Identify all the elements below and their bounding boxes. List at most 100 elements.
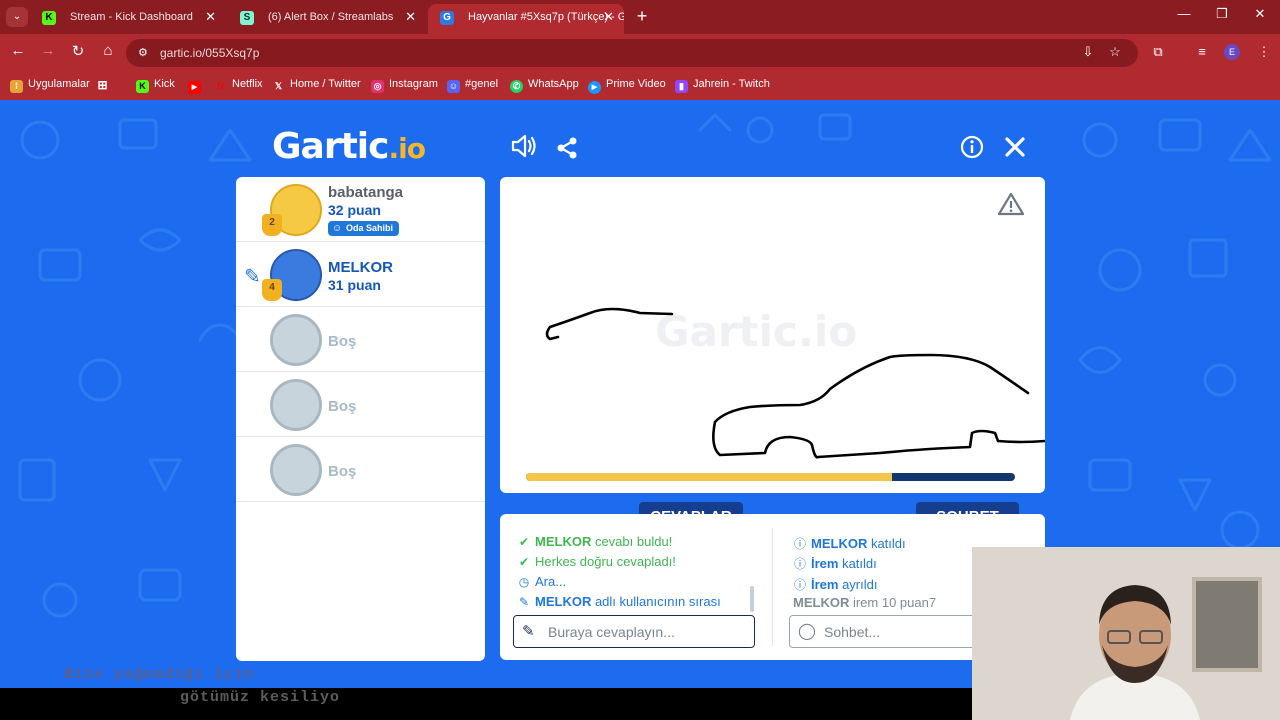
install-app-icon[interactable]: ⇩: [1078, 44, 1098, 60]
pencil-icon: ✎: [518, 595, 530, 609]
bookmark-twitter[interactable]: 𝕏 Home / Twitter: [272, 78, 361, 93]
kick-icon: K: [136, 80, 149, 93]
share-icon[interactable]: [555, 136, 579, 160]
bookmarks-bar: ⁞ Uygulamalar ⊞ K Kick ▶ N Netflix 𝕏 Home / …: [0, 72, 1280, 100]
bookmark-instagram[interactable]: ◎ Instagram: [371, 78, 438, 93]
tab-title: Stream - Kick Dashboard: [70, 11, 193, 23]
site-info-icon[interactable]: ⚙: [138, 46, 148, 59]
bookmark-youtube[interactable]: ▶: [188, 78, 206, 94]
x-icon: 𝕏: [274, 81, 283, 91]
answer-input[interactable]: [548, 621, 748, 643]
minimize-icon[interactable]: —: [1174, 6, 1194, 21]
twitch-icon: ▮: [675, 80, 688, 93]
address-bar: ← → ↻ ⌂ ⚙ gartic.io/055Xsq7p ⇩ ☆ ⧉ ≡ ⋮: [0, 34, 1280, 72]
apps-grid-icon: ⁞: [10, 80, 23, 93]
player-drawing: [545, 307, 1045, 459]
extensions-icon[interactable]: ⧉: [1148, 44, 1168, 60]
tab-title: Hayvanlar #5Xsq7p (Türkçe) - G: [468, 11, 624, 23]
exit-close-icon[interactable]: [1004, 136, 1026, 158]
drawing-pencil-icon: ✎: [244, 266, 261, 288]
tab-kick-dashboard[interactable]: K Stream - Kick Dashboard ✕: [30, 4, 226, 34]
back-icon[interactable]: ←: [8, 42, 28, 59]
url-text[interactable]: gartic.io/055Xsq7p: [160, 46, 259, 60]
whatsapp-icon: ✆: [510, 80, 523, 93]
answers-chat-panel: ✔ MELKOR cevabı buldu! ✔ Herkes doğru ceva…: [500, 514, 1045, 660]
streamer-figure: [1070, 585, 1200, 720]
chat-message: ⓘ İrem katıldı: [793, 556, 877, 571]
info-icon[interactable]: [960, 135, 984, 159]
round-timer-fill: [526, 473, 892, 481]
bookmark-twitch[interactable]: ▮ Jahrein - Twitch: [675, 78, 770, 93]
trophy-icon: 4: [262, 279, 282, 301]
panel-divider: [772, 528, 773, 646]
empty-avatar: [270, 314, 322, 366]
player-name: Boş: [328, 398, 357, 415]
player-row-melkor[interactable]: ✎ 4 MELKOR 31 puan: [236, 242, 485, 307]
bookmark-star-icon[interactable]: ☆: [1105, 44, 1125, 60]
home-icon[interactable]: ⌂: [98, 42, 118, 59]
info-icon: ⓘ: [793, 557, 806, 571]
webcam-overlay: [972, 547, 1280, 720]
instagram-icon: ◎: [371, 80, 384, 93]
empty-avatar: [270, 379, 322, 431]
window-close-icon[interactable]: ✕: [1250, 6, 1270, 22]
drawing-canvas[interactable]: Gartic.io: [500, 177, 1045, 493]
gartic-logo: Gartic.io: [272, 126, 426, 167]
chat-message: MELKOR irem 10 puan7: [793, 595, 937, 610]
trophy-icon: 2: [262, 214, 282, 236]
player-name: Boş: [328, 463, 357, 480]
netflix-icon: N: [214, 80, 227, 93]
bookmark-whatsapp[interactable]: ✆ WhatsApp: [510, 78, 579, 93]
answer-message: ◷ Ara...: [516, 574, 566, 589]
clock-icon: ◷: [518, 575, 530, 589]
info-icon: ⓘ: [793, 537, 806, 551]
reload-icon[interactable]: ↻: [68, 42, 88, 60]
empty-avatar: [270, 444, 322, 496]
browser-menu-icon[interactable]: ⋮: [1254, 44, 1274, 60]
new-tab-icon[interactable]: +: [632, 6, 652, 27]
tab-search-button[interactable]: ⌄: [6, 7, 28, 27]
tab-title: (6) Alert Box / Streamlabs: [268, 11, 394, 23]
forward-icon[interactable]: →: [38, 42, 58, 59]
youtube-icon: ▶: [188, 81, 201, 94]
profile-avatar[interactable]: E: [1224, 44, 1240, 60]
player-name: babatanga: [328, 184, 404, 201]
tab-close-icon[interactable]: ✕: [603, 4, 614, 30]
streamlabs-icon: S: [240, 11, 254, 25]
bookmark-discord[interactable]: ☺ #genel: [447, 78, 498, 93]
player-name: Boş: [328, 333, 357, 350]
round-timer-bar: [526, 473, 1015, 481]
bookmark-prime-video[interactable]: ▶ Prime Video: [588, 78, 666, 94]
answers-scrollbar[interactable]: [750, 586, 754, 612]
tab-streamlabs[interactable]: S (6) Alert Box / Streamlabs ✕: [228, 4, 426, 34]
prime-video-icon: ▶: [588, 81, 601, 94]
check-icon: ✔: [518, 535, 530, 549]
bookmark-apps[interactable]: ⁞ Uygulamalar: [10, 78, 90, 93]
bookmark-kick[interactable]: K Kick: [136, 78, 175, 93]
sound-icon[interactable]: [510, 133, 538, 159]
grid-icon: ⊞: [97, 78, 108, 92]
subtitle-line: Bize yağmadığı için: [64, 666, 255, 683]
bookmark-netflix[interactable]: N Netflix: [214, 78, 263, 93]
tab-close-icon[interactable]: ✕: [405, 4, 416, 30]
player-points: 32 puan: [328, 202, 381, 218]
player-points: 31 puan: [328, 277, 381, 293]
media-controls-icon[interactable]: ≡: [1192, 44, 1212, 59]
report-warning-icon[interactable]: [997, 191, 1025, 217]
pencil-icon: ✎: [522, 623, 535, 640]
players-panel: 2 babatanga 32 puan Oda Sahibi ✎ 4 MELKO…: [236, 177, 485, 661]
subtitle-bar: [0, 688, 972, 720]
answer-message: ✔ Herkes doğru cevapladı!: [516, 554, 676, 569]
tab-close-icon[interactable]: ✕: [205, 4, 216, 30]
answer-input-box[interactable]: ✎: [513, 615, 755, 648]
tab-gartic[interactable]: G Hayvanlar #5Xsq7p (Türkçe) - G ✕: [428, 4, 624, 34]
answer-message: ✔ MELKOR cevabı buldu!: [516, 534, 672, 549]
url-omnibox[interactable]: ⚙ gartic.io/055Xsq7p: [126, 39, 1138, 67]
browser-tab-bar: ⌄ K Stream - Kick Dashboard ✕ S (6) Aler…: [0, 0, 1280, 34]
bookmark-grid[interactable]: ⊞: [96, 78, 114, 92]
kick-icon: K: [42, 11, 56, 25]
discord-icon: ☺: [447, 80, 460, 93]
subtitle-line: götümüz kesiliyo: [180, 689, 341, 706]
player-row-babatanga[interactable]: 2 babatanga 32 puan Oda Sahibi: [236, 177, 485, 242]
maximize-icon[interactable]: ❐: [1212, 6, 1232, 22]
